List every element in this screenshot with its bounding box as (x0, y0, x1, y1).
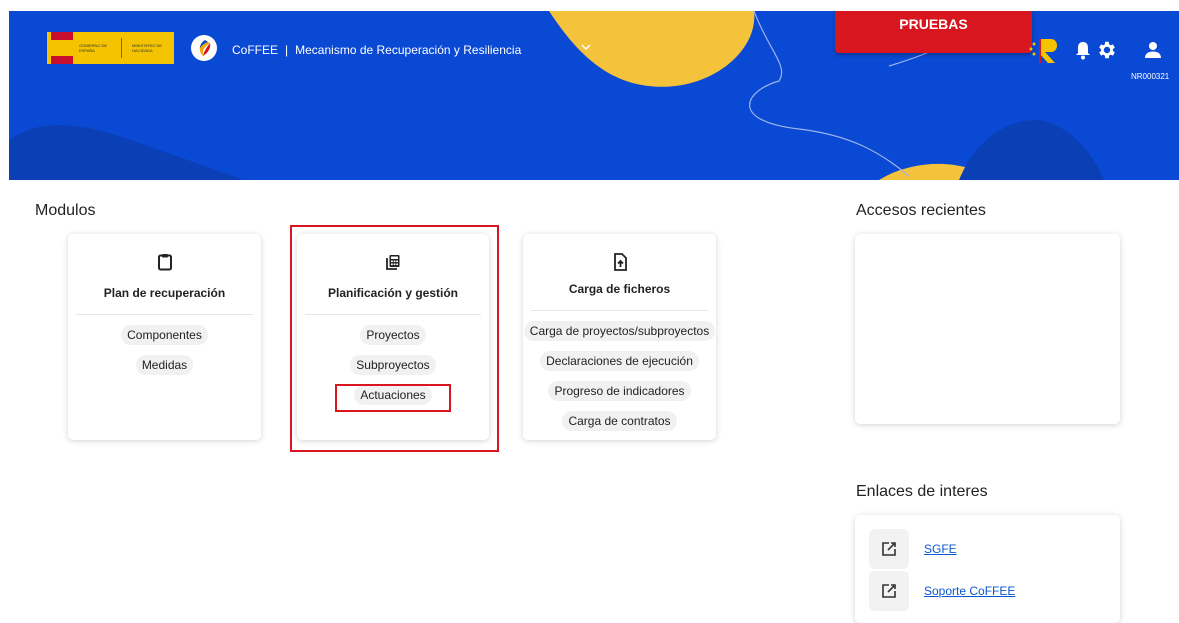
app-title: CoFFEE | Mecanismo de Recuperación y Resil… (232, 43, 521, 57)
module-link-medidas[interactable]: Medidas (135, 355, 194, 375)
recovery-plan-logo-icon (1029, 39, 1057, 63)
recent-access-panel (855, 234, 1120, 424)
module-card-carga-ficheros: Carga de ficheros Carga de proyectos/sub… (523, 234, 716, 440)
chevron-down-icon[interactable] (581, 43, 591, 54)
bell-icon[interactable] (1072, 39, 1094, 61)
app-subtitle: Mecanismo de Recuperación y Resiliencia (295, 43, 522, 57)
highlight-frame (290, 225, 499, 452)
title-separator: | (285, 43, 289, 57)
module-title: Plan de recuperación (103, 286, 226, 300)
app-header: GOBIERNO DE ESPAÑA MINISTERIO DE HACIEND… (9, 11, 1179, 180)
app-name: CoFFEE (232, 43, 279, 57)
external-link-icon (869, 529, 909, 569)
government-logo: GOBIERNO DE ESPAÑA MINISTERIO DE HACIEND… (47, 32, 174, 64)
spain-flag-icon (51, 32, 73, 64)
module-link-componentes[interactable]: Componentes (121, 325, 208, 345)
module-card-plan-recuperacion: Plan de recuperación Componentes Medidas (68, 234, 261, 440)
gov-logo-right-text: MINISTERIO DE HACIENDA (132, 43, 163, 53)
user-icon[interactable] (1142, 39, 1164, 61)
modules-title: Modulos (35, 202, 96, 219)
link-row-soporte-coffee[interactable]: Soporte CoFFEE (869, 571, 1015, 611)
link-soporte-coffee[interactable]: Soporte CoFFEE (924, 584, 1015, 598)
gear-icon[interactable] (1096, 39, 1118, 61)
clipboard-icon (157, 254, 172, 271)
module-title: Carga de ficheros (568, 282, 671, 296)
module-link-carga-contratos[interactable]: Carga de contratos (562, 411, 677, 431)
external-link-icon (869, 571, 909, 611)
highlight-frame (335, 384, 451, 412)
user-code: NR000321 (1131, 72, 1170, 81)
module-link-declaraciones[interactable]: Declaraciones de ejecución (540, 351, 699, 371)
module-link-progreso-indicadores[interactable]: Progreso de indicadores (548, 381, 691, 401)
links-title: Enlaces de interes (856, 483, 988, 500)
link-row-sgfe[interactable]: SGFE (869, 529, 957, 569)
link-sgfe[interactable]: SGFE (924, 542, 957, 556)
module-link-carga-proyectos[interactable]: Carga de proyectos/subproyectos (523, 321, 716, 341)
gov-logo-left-text: GOBIERNO DE ESPAÑA (79, 43, 108, 53)
links-panel: SGFE Soporte CoFFEE (855, 515, 1120, 623)
recent-access-title: Accesos recientes (856, 202, 986, 219)
file-upload-icon (613, 253, 627, 271)
environment-banner: PRUEBAS (835, 11, 1032, 53)
coffee-logo-icon (191, 35, 217, 61)
